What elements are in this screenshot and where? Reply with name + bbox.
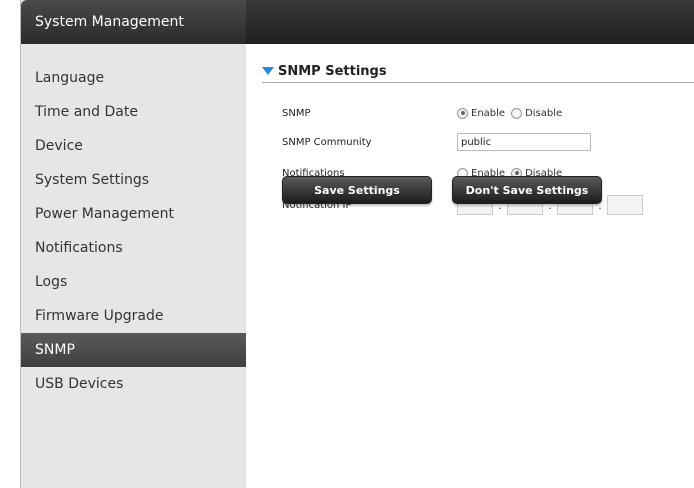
snmp-enable-radio[interactable]: Enable bbox=[457, 107, 506, 119]
sidebar-nav: Language Time and Date Device System Set… bbox=[21, 44, 246, 401]
dont-save-settings-button[interactable]: Don't Save Settings bbox=[452, 176, 602, 204]
sidebar-item-system-settings[interactable]: System Settings bbox=[21, 163, 246, 197]
community-input[interactable] bbox=[457, 133, 591, 151]
ip-octet-4-input[interactable] bbox=[607, 195, 643, 215]
section-header[interactable]: SNMP Settings bbox=[262, 60, 694, 83]
community-label: SNMP Community bbox=[282, 136, 372, 148]
sidebar-item-logs[interactable]: Logs bbox=[21, 265, 246, 299]
sidebar: System Management Language Time and Date… bbox=[20, 0, 246, 488]
sidebar-item-device[interactable]: Device bbox=[21, 129, 246, 163]
radio-checked-icon[interactable] bbox=[457, 107, 468, 119]
save-settings-button[interactable]: Save Settings bbox=[282, 176, 432, 204]
sidebar-item-time-and-date[interactable]: Time and Date bbox=[21, 95, 246, 129]
sidebar-item-language[interactable]: Language bbox=[21, 61, 246, 95]
section-title: SNMP Settings bbox=[278, 63, 387, 79]
snmp-row: SNMP Enable Disable bbox=[282, 102, 568, 124]
radio-unchecked-icon[interactable] bbox=[511, 107, 523, 119]
snmp-disable-radio[interactable]: Disable bbox=[511, 107, 563, 119]
sidebar-item-power-management[interactable]: Power Management bbox=[21, 197, 246, 231]
community-row: SNMP Community bbox=[282, 131, 591, 153]
snmp-enable-label: Enable bbox=[471, 107, 506, 119]
snmp-label: SNMP bbox=[282, 107, 311, 119]
sidebar-item-snmp[interactable]: SNMP bbox=[21, 333, 246, 367]
sidebar-item-usb-devices[interactable]: USB Devices bbox=[21, 367, 246, 401]
top-bar bbox=[245, 0, 694, 44]
sidebar-item-firmware-upgrade[interactable]: Firmware Upgrade bbox=[21, 299, 246, 333]
snmp-disable-label: Disable bbox=[525, 107, 563, 119]
main-content: SNMP Settings SNMP Enable Disable SNMP C… bbox=[262, 60, 694, 215]
sidebar-item-notifications[interactable]: Notifications bbox=[21, 231, 246, 265]
collapse-triangle-icon[interactable] bbox=[262, 67, 274, 75]
sidebar-title: System Management bbox=[21, 0, 246, 44]
